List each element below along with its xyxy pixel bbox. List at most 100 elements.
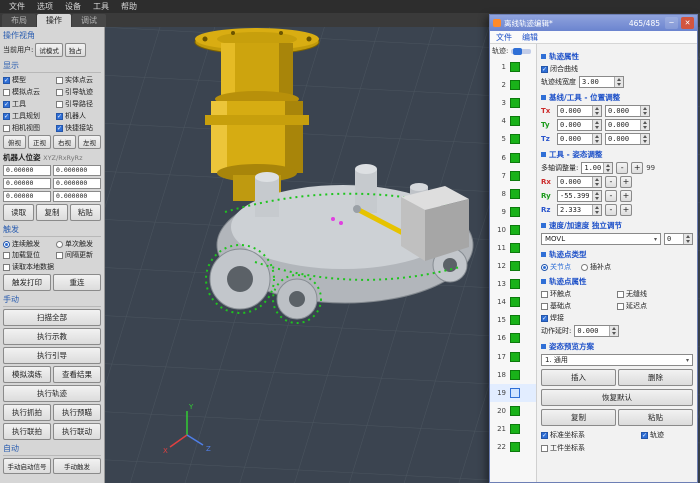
trajectory-point-row[interactable]: 20 <box>490 402 536 420</box>
trajectory-point-row[interactable]: 12 <box>490 257 536 275</box>
point-status-icon[interactable] <box>510 315 520 325</box>
pose-action-button[interactable]: 复制 <box>36 204 67 221</box>
list-slider[interactable] <box>511 49 531 54</box>
step-amount-spinner[interactable]: 1.00 <box>581 162 613 174</box>
menu-item[interactable]: 选项 <box>32 1 58 12</box>
stepper-icons[interactable] <box>592 177 601 187</box>
trajectory-point-row[interactable]: 11 <box>490 239 536 257</box>
rotation-spinner[interactable]: 2.333 <box>557 204 602 216</box>
point-status-icon[interactable] <box>510 98 520 108</box>
coordinate-checkbox[interactable]: 标准坐标系 <box>541 430 641 440</box>
window-titlebar[interactable]: 离线轨迹编辑* 465/485 ─ ✕ <box>490 15 697 31</box>
trajectory-point-row[interactable]: 2 <box>490 76 536 94</box>
point-status-icon[interactable] <box>510 406 520 416</box>
increment-button[interactable]: + <box>620 190 632 202</box>
stepper-icons[interactable] <box>592 106 601 116</box>
point-attr-checkbox[interactable]: 焊接 <box>541 313 617 323</box>
user-mode-button[interactable]: 独占 <box>65 43 86 57</box>
view-preset-button[interactable]: 俯视 <box>3 135 26 149</box>
manual-action-button[interactable]: 执行联拍 <box>3 423 51 440</box>
trajectory-point-row[interactable]: 17 <box>490 348 536 366</box>
restore-default-button[interactable]: 恢复默认 <box>541 389 693 406</box>
point-status-icon[interactable] <box>510 134 520 144</box>
line-width-spinner[interactable]: 3.00 <box>579 76 624 88</box>
point-edit-button[interactable]: 插入 <box>541 369 616 386</box>
stepper-icons[interactable] <box>640 134 649 144</box>
point-status-icon[interactable] <box>510 442 520 452</box>
increment-button[interactable]: + <box>620 176 632 188</box>
increment-button[interactable]: + <box>631 162 643 174</box>
trigger-action-button[interactable]: 重连 <box>53 274 101 291</box>
trajectory-point-row[interactable]: 9 <box>490 203 536 221</box>
pose-value-input[interactable]: 0.00000 <box>3 191 51 202</box>
display-checkbox[interactable]: 相机视图 <box>3 123 55 133</box>
trajectory-point-row[interactable]: 22 <box>490 438 536 456</box>
point-type-radio[interactable]: 关节点 <box>541 262 571 272</box>
point-status-icon[interactable] <box>510 297 520 307</box>
menu-item[interactable]: 设备 <box>60 1 86 12</box>
tab[interactable]: 布局 <box>2 14 36 27</box>
point-status-icon[interactable] <box>510 370 520 380</box>
view-preset-button[interactable]: 左视 <box>78 135 101 149</box>
display-checkbox[interactable]: 模型 <box>3 75 55 85</box>
trajectory-point-row[interactable]: 21 <box>490 420 536 438</box>
pose-value-input[interactable]: 0.000000 <box>53 178 101 189</box>
trajectory-point-row[interactable]: 19 <box>490 384 536 402</box>
trigger-checkbox[interactable]: 间隔更新 <box>56 250 100 260</box>
coordinate-checkbox[interactable]: 工件坐标系 <box>541 443 641 453</box>
point-type-radio[interactable]: 插补点 <box>581 262 611 272</box>
trigger-radio[interactable]: 单次触发 <box>56 239 100 249</box>
window-menu-item[interactable]: 编辑 <box>522 32 538 43</box>
clipboard-button[interactable]: 粘贴 <box>618 409 693 426</box>
pose-value-input[interactable]: 0.000000 <box>53 191 101 202</box>
trajectory-point-row[interactable]: 7 <box>490 167 536 185</box>
view-preset-button[interactable]: 右视 <box>53 135 76 149</box>
trigger-checkbox-wide[interactable]: 读取本地数据 <box>3 262 101 272</box>
display-checkbox[interactable]: 引导路径 <box>56 99 100 109</box>
decrement-button[interactable]: - <box>605 176 617 188</box>
point-attr-checkbox[interactable]: 无缝线 <box>617 289 693 299</box>
point-attr-checkbox[interactable]: 延迟点 <box>617 301 693 311</box>
auto-action-button[interactable]: 手动启动信号 <box>3 458 51 474</box>
clipboard-button[interactable]: 复制 <box>541 409 616 426</box>
stepper-icons[interactable] <box>603 163 612 173</box>
display-checkbox[interactable]: 工具规划 <box>3 111 55 121</box>
manual-action-button[interactable]: 执行示教 <box>3 328 101 345</box>
point-status-icon[interactable] <box>510 388 520 398</box>
stepper-icons[interactable] <box>640 120 649 130</box>
point-status-icon[interactable] <box>510 225 520 235</box>
point-status-icon[interactable] <box>510 171 520 181</box>
display-checkbox[interactable]: 实体点云 <box>56 75 100 85</box>
menu-item[interactable]: 文件 <box>4 1 30 12</box>
pose-action-button[interactable]: 粘贴 <box>70 204 101 221</box>
point-edit-button[interactable]: 删除 <box>618 369 693 386</box>
window-menu-item[interactable]: 文件 <box>496 32 512 43</box>
point-status-icon[interactable] <box>510 261 520 271</box>
trajectory-point-row[interactable]: 8 <box>490 185 536 203</box>
display-checkbox[interactable]: 快捷接站 <box>56 123 100 133</box>
manual-action-button[interactable]: 执行预瞄 <box>53 404 101 421</box>
decrement-button[interactable]: - <box>605 190 617 202</box>
point-status-icon[interactable] <box>510 153 520 163</box>
user-mode-button[interactable]: 试模式 <box>35 43 63 57</box>
increment-button[interactable]: + <box>620 204 632 216</box>
point-status-icon[interactable] <box>510 189 520 199</box>
minimize-icon[interactable]: ─ <box>665 17 678 29</box>
pose-value-input[interactable]: 0.000000 <box>53 165 101 176</box>
closed-curve-checkbox[interactable]: 闭合曲线 <box>541 64 693 74</box>
auto-action-button[interactable]: 手动触发 <box>53 458 101 474</box>
position-spinner[interactable]: 0.000 <box>605 105 650 117</box>
stepper-icons[interactable] <box>640 106 649 116</box>
position-spinner[interactable]: 0.000 <box>557 133 602 145</box>
manual-action-button[interactable]: 执行引导 <box>3 347 101 364</box>
display-checkbox[interactable]: 模拟点云 <box>3 87 55 97</box>
point-attr-checkbox[interactable]: 环触点 <box>541 289 617 299</box>
pose-value-input[interactable]: 0.00000 <box>3 178 51 189</box>
stepper-icons[interactable] <box>614 77 623 87</box>
preview-scheme-dropdown[interactable]: 1. 通用 ▾ <box>541 354 693 366</box>
position-spinner[interactable]: 0.000 <box>605 119 650 131</box>
point-status-icon[interactable] <box>510 333 520 343</box>
trigger-radio[interactable]: 连续触发 <box>3 239 55 249</box>
menu-item[interactable]: 帮助 <box>116 1 142 12</box>
stepper-icons[interactable] <box>683 234 692 244</box>
